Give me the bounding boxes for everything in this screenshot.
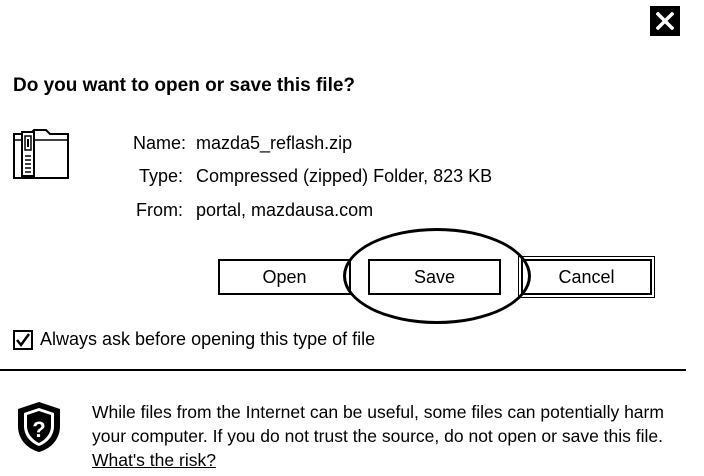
divider [0,369,686,371]
dialog-title: Do you want to open or save this file? [13,75,356,96]
close-button[interactable] [650,6,680,36]
always-ask-checkbox[interactable] [13,330,33,350]
cancel-button[interactable]: Cancel [518,256,655,298]
open-button[interactable]: Open [218,259,351,295]
file-type-value: Compressed (zipped) Folder, 823 KB [196,166,493,186]
zip-folder-icon [12,128,70,185]
always-ask-label[interactable]: Always ask before opening this type of f… [40,329,375,350]
warning-text: While files from the Internet can be use… [92,402,664,446]
file-name-label: Name: [133,133,187,153]
svg-text:?: ? [32,417,45,442]
file-from-label: From: [136,200,183,220]
security-warning: While files from the Internet can be use… [92,400,692,472]
checkmark-icon [16,333,31,348]
close-icon [656,12,674,30]
file-from-value: portal, mazdausa.com [196,200,374,220]
whats-the-risk-link[interactable]: What's the risk? [92,450,216,470]
save-button[interactable]: Save [368,259,501,295]
file-name-value: mazda5_reflash.zip [196,133,353,153]
shield-question-icon: ? [16,400,62,459]
file-type-label: Type: [139,166,184,186]
